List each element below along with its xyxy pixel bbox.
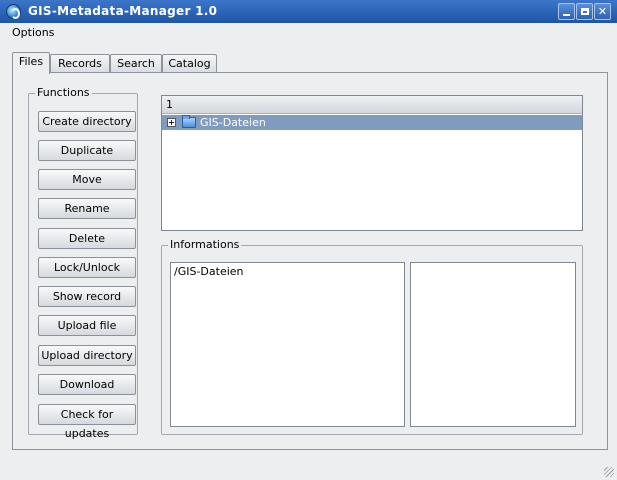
tab-catalog[interactable]: Catalog — [162, 54, 217, 73]
expand-icon[interactable] — [167, 118, 176, 127]
app-icon — [6, 4, 21, 19]
title-bar[interactable]: GIS-Metadata-Manager 1.0 ✕ — [0, 0, 617, 23]
folder-icon — [182, 115, 196, 128]
close-button[interactable]: ✕ — [594, 3, 611, 20]
tab-search[interactable]: Search — [110, 54, 162, 73]
file-tree[interactable]: 1 GIS-Dateien — [161, 95, 583, 231]
window-title: GIS-Metadata-Manager 1.0 — [28, 4, 218, 18]
move-button[interactable]: Move — [38, 169, 136, 190]
upload-file-button[interactable]: Upload file — [38, 315, 136, 336]
tree-column-header[interactable]: 1 — [162, 96, 582, 114]
menu-options[interactable]: Options — [12, 26, 54, 39]
informations-title: Informations — [168, 238, 242, 251]
minimize-icon — [563, 14, 570, 16]
create-directory-button[interactable]: Create directory — [38, 111, 136, 132]
informations-group: Informations /GIS-Dateien — [161, 238, 583, 435]
duplicate-button[interactable]: Duplicate — [38, 140, 136, 161]
functions-group: Functions Create directory Duplicate Mov… — [28, 86, 138, 440]
check-for-updates-button[interactable]: Check for updates — [38, 404, 136, 440]
upload-directory-button[interactable]: Upload directory — [38, 345, 136, 366]
resize-grip-icon[interactable] — [604, 467, 614, 477]
maximize-button[interactable] — [576, 3, 593, 20]
tab-records[interactable]: Records — [50, 54, 110, 73]
details-textbox[interactable] — [410, 262, 576, 427]
delete-button[interactable]: Delete — [38, 228, 136, 249]
tree-item[interactable]: GIS-Dateien — [162, 115, 582, 130]
tab-files[interactable]: Files — [12, 52, 50, 74]
path-textbox[interactable]: /GIS-Dateien — [170, 262, 405, 427]
tree-item-label: GIS-Dateien — [200, 116, 266, 129]
rename-button[interactable]: Rename — [38, 198, 136, 219]
show-record-button[interactable]: Show record — [38, 286, 136, 307]
minimize-button[interactable] — [558, 3, 575, 20]
close-icon: ✕ — [597, 5, 608, 18]
maximize-icon — [580, 8, 589, 15]
download-button[interactable]: Download — [38, 374, 136, 395]
functions-title: Functions — [35, 86, 92, 99]
lock-unlock-button[interactable]: Lock/Unlock — [38, 257, 136, 278]
menu-bar: Options — [0, 23, 617, 43]
files-panel: Functions Create directory Duplicate Mov… — [12, 72, 608, 450]
